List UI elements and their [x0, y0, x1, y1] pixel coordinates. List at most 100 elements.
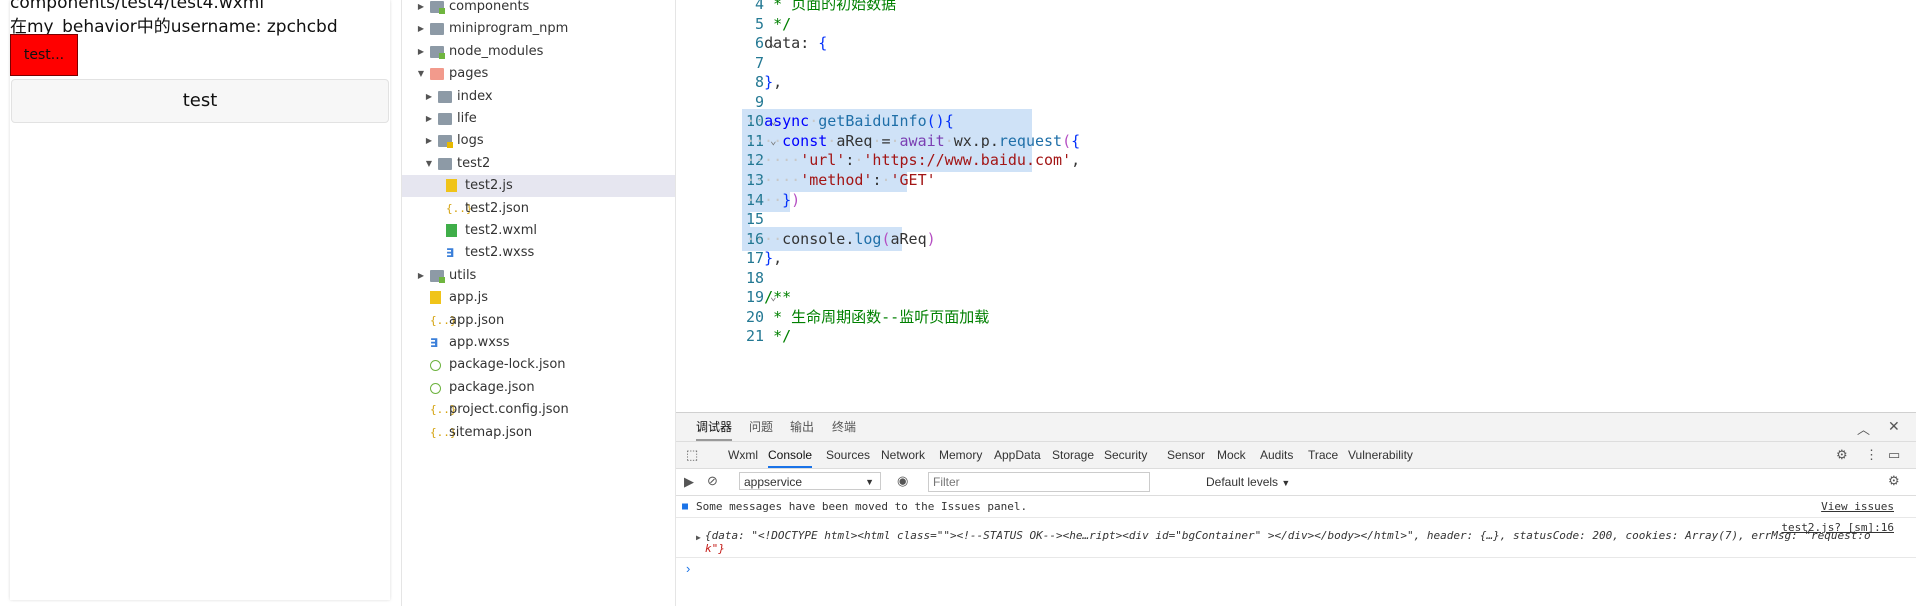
- sidebar-toggle-icon[interactable]: ▶: [684, 474, 694, 490]
- caret-down-icon: ▼: [865, 477, 874, 487]
- tree-item[interactable]: {..} test2.json: [402, 198, 675, 220]
- tree-item[interactable]: {..} app.json: [402, 310, 675, 332]
- red-test-button[interactable]: test...: [10, 34, 78, 76]
- tab-storage[interactable]: Storage: [1052, 442, 1094, 468]
- tree-item-label: components: [449, 0, 530, 14]
- tab-wxml[interactable]: Wxml: [728, 442, 758, 468]
- tab-memory[interactable]: Memory: [939, 442, 982, 468]
- tree-item-label: sitemap.json: [449, 424, 533, 440]
- inspect-icon[interactable]: ⬚: [686, 447, 698, 463]
- tree-item[interactable]: ▼ pages: [402, 63, 675, 85]
- log-object-line1[interactable]: {data: "<!DOCTYPE html><html class=""><!…: [705, 529, 1871, 542]
- clear-console-icon[interactable]: ⊘: [707, 473, 718, 489]
- context-select[interactable]: appservice ▼: [739, 472, 881, 490]
- tree-item-label: test2.wxss: [465, 245, 535, 261]
- tree-item[interactable]: ▶ logs: [402, 130, 675, 152]
- expand-arrow-icon[interactable]: ▶: [696, 533, 701, 542]
- tree-item[interactable]: ▶ utils: [402, 265, 675, 287]
- tree-item[interactable]: package.json: [402, 377, 675, 399]
- tree-item-label: node_modules: [449, 43, 544, 59]
- chevron-down-icon[interactable]: ▼: [416, 63, 426, 85]
- tree-item-label: test2.js: [465, 178, 513, 194]
- chevron-right-icon[interactable]: ▶: [424, 130, 434, 152]
- tab-output[interactable]: 输出: [790, 413, 814, 441]
- wxss-file-icon: ∃: [446, 246, 455, 261]
- tree-item[interactable]: package-lock.json: [402, 354, 675, 376]
- chevron-down-icon[interactable]: ▼: [424, 153, 434, 175]
- console-message: ■ Some messages have been moved to the I…: [676, 497, 1916, 518]
- console-prompt-icon[interactable]: ›: [686, 561, 690, 576]
- tree-item[interactable]: ▶ miniprogram_npm: [402, 18, 675, 40]
- tree-item[interactable]: ∃ test2.wxss: [402, 242, 675, 264]
- gear-icon[interactable]: ⚙: [1836, 447, 1848, 463]
- tab-appdata[interactable]: AppData: [994, 442, 1041, 468]
- tree-item[interactable]: ▶ life: [402, 108, 675, 130]
- tree-item[interactable]: {..} sitemap.json: [402, 422, 675, 444]
- tree-item-label: index: [457, 88, 493, 104]
- chevron-right-icon[interactable]: ▶: [416, 41, 426, 63]
- tab-problems[interactable]: 问题: [749, 413, 773, 441]
- folder-icon: [430, 269, 445, 283]
- json-file-icon: {..}: [430, 425, 457, 439]
- tree-item[interactable]: test2.js: [402, 175, 675, 198]
- json-file-icon: {..}: [430, 403, 457, 417]
- js-file-icon: [446, 179, 457, 193]
- tab-debugger[interactable]: 调试器: [696, 413, 733, 441]
- default-levels-select[interactable]: Default levels ▼: [1206, 469, 1290, 496]
- folder-icon: [430, 68, 444, 81]
- tree-item-label: app.wxss: [449, 335, 510, 350]
- tree-item[interactable]: app.js: [402, 287, 675, 309]
- folder-icon: [438, 157, 452, 170]
- chevron-right-icon[interactable]: ▶: [416, 265, 426, 287]
- tree-item-label: test2.json: [465, 200, 529, 216]
- tree-item[interactable]: ▶ node_modules: [402, 41, 675, 63]
- view-issues-link[interactable]: View issues: [1821, 497, 1894, 517]
- tree-item[interactable]: test2.wxml: [402, 220, 675, 242]
- tree-item-label: logs: [457, 133, 484, 149]
- folder-icon: [438, 90, 452, 103]
- chevron-right-icon[interactable]: ▶: [416, 0, 426, 18]
- tab-terminal[interactable]: 终端: [832, 413, 856, 441]
- tab-sources[interactable]: Sources: [826, 442, 870, 468]
- test-button[interactable]: test: [11, 79, 389, 123]
- tree-item[interactable]: ▼ test2: [402, 153, 675, 175]
- devtools-panel: 调试器 问题 输出 终端 ︿ ✕ ⬚ Wxml Console Sources …: [676, 412, 1916, 607]
- tab-console[interactable]: Console: [768, 442, 813, 468]
- tree-item[interactable]: {..} project.config.json: [402, 399, 675, 421]
- tab-mock[interactable]: Mock: [1217, 442, 1246, 468]
- folder-icon: [430, 1, 445, 14]
- log-object-line2: k"}: [705, 542, 725, 555]
- tree-item-label: utils: [449, 267, 477, 283]
- tree-item-label: package.json: [449, 379, 535, 395]
- chevron-up-icon[interactable]: ︿: [1857, 419, 1870, 438]
- filter-input[interactable]: [928, 472, 1150, 492]
- tree-item[interactable]: ▶ components: [402, 0, 675, 18]
- folder-icon: [430, 45, 445, 59]
- chevron-right-icon[interactable]: ▶: [424, 108, 434, 130]
- gear-icon[interactable]: ⚙: [1888, 473, 1900, 489]
- tab-trace[interactable]: Trace: [1308, 442, 1338, 468]
- code-editor[interactable]: 4 * 页面的初始数据 5 */6 ⌄ data: {7 8 }, 9 10 ⌄ ··asyn…: [676, 0, 1916, 412]
- tree-item[interactable]: ▶ index: [402, 86, 675, 108]
- chevron-right-icon[interactable]: ▶: [424, 86, 434, 108]
- folder-icon: [430, 23, 444, 36]
- folder-icon: [438, 113, 452, 125]
- simulator-pane: components/test4/test4.wxml 在my_behavior…: [0, 0, 400, 606]
- chevron-right-icon[interactable]: ▶: [416, 18, 426, 40]
- code-line[interactable]: 21 */: [676, 324, 1916, 348]
- tab-audits[interactable]: Audits: [1260, 442, 1293, 468]
- devtools-tabs: ⬚ Wxml Console Sources Network Memory Ap…: [676, 442, 1916, 469]
- dock-icon[interactable]: ▭: [1888, 447, 1900, 463]
- tree-item-label: test2: [457, 155, 491, 171]
- tab-network[interactable]: Network: [881, 442, 925, 468]
- close-icon[interactable]: ✕: [1888, 418, 1900, 435]
- tab-sensor[interactable]: Sensor: [1167, 442, 1205, 468]
- tree-item-label: package-lock.json: [449, 357, 566, 373]
- more-icon[interactable]: ⋮: [1865, 447, 1878, 463]
- eye-icon[interactable]: ◉: [897, 473, 908, 489]
- tree-item[interactable]: ∃ app.wxss: [402, 332, 675, 354]
- devtools-top-tabs: 调试器 问题 输出 终端 ︿ ✕: [676, 413, 1916, 442]
- tab-security[interactable]: Security: [1104, 442, 1147, 468]
- tab-vulnerability[interactable]: Vulnerability: [1348, 442, 1413, 468]
- console-log-entry: test2.js? [sm]:16 ▶ {data: "<!DOCTYPE ht…: [676, 519, 1916, 558]
